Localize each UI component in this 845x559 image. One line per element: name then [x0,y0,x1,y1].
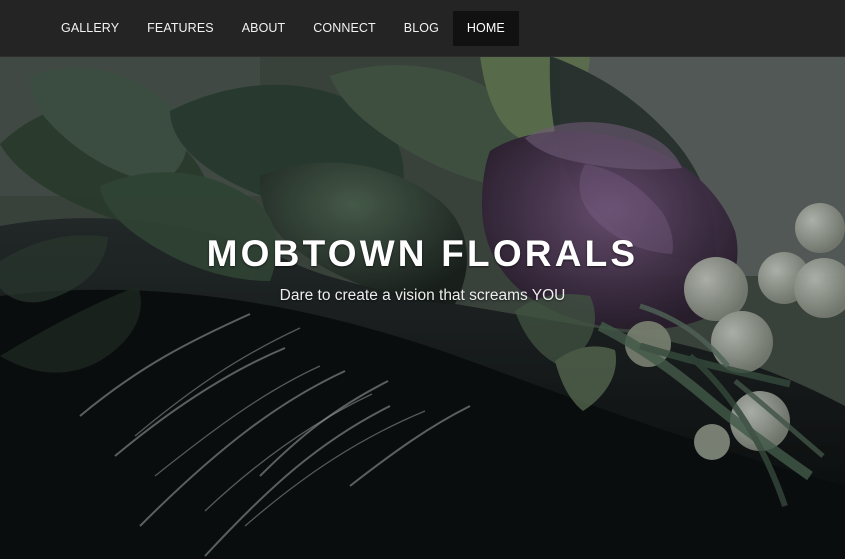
page: GALLERY FEATURES ABOUT CONNECT BLOG HOME [0,0,845,559]
nav-item-gallery[interactable]: GALLERY [47,11,133,46]
nav-item-about[interactable]: ABOUT [228,11,300,46]
nav-item-features[interactable]: FEATURES [133,11,228,46]
top-navigation-bar: GALLERY FEATURES ABOUT CONNECT BLOG HOME [0,0,845,57]
hero-title: MOBTOWN FLORALS [206,233,639,274]
flower-crown-background-image [0,56,845,559]
hero-text-block: MOBTOWN FLORALS Dare to create a vision … [0,231,845,307]
hero-subtitle: Dare to create a vision that screams YOU [279,287,566,304]
nav-menu: GALLERY FEATURES ABOUT CONNECT BLOG HOME [47,11,519,46]
nav-item-connect[interactable]: CONNECT [299,11,390,46]
nav-item-home[interactable]: HOME [452,11,519,46]
nav-item-blog[interactable]: BLOG [390,11,453,46]
hero-banner: MOBTOWN FLORALS Dare to create a vision … [0,56,845,559]
